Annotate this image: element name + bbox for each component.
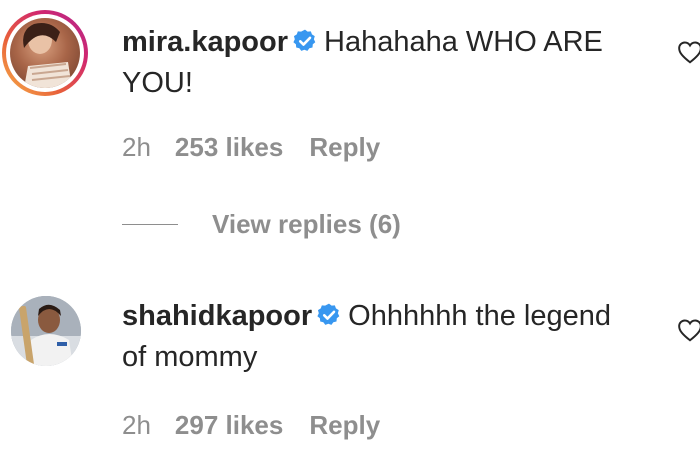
comment-likes[interactable]: 253 likes (175, 132, 283, 162)
comment-username[interactable]: mira.kapoor (122, 26, 288, 58)
heart-outline-icon[interactable] (677, 318, 700, 342)
comment-time[interactable]: 2h (122, 132, 151, 162)
avatar-image (23, 23, 72, 88)
comment-username[interactable]: shahidkapoor (122, 300, 312, 332)
avatar[interactable] (2, 10, 88, 96)
comment-body: shahidkapoor Ohhhhhh the legend of mommy (122, 297, 642, 376)
comment-time[interactable]: 2h (122, 410, 151, 440)
heart-outline-icon[interactable] (677, 40, 700, 64)
verified-badge-icon (316, 300, 342, 338)
avatar-image (11, 296, 81, 366)
view-replies-label: View replies (6) (212, 209, 401, 239)
reply-button[interactable]: Reply (309, 132, 380, 162)
comment-meta: 2h 297 likes Reply (122, 409, 380, 441)
comment-likes[interactable]: 297 likes (175, 410, 283, 440)
comment-body: mira.kapoor Hahahaha WHO ARE YOU! (122, 23, 642, 102)
view-replies-button[interactable]: View replies (6) (122, 207, 401, 241)
reply-button[interactable]: Reply (309, 410, 380, 440)
comment-meta: 2h 253 likes Reply (122, 131, 380, 163)
view-replies-divider (122, 223, 178, 225)
verified-badge-icon (292, 26, 318, 64)
avatar-photo (10, 18, 80, 88)
avatar[interactable] (11, 296, 81, 366)
